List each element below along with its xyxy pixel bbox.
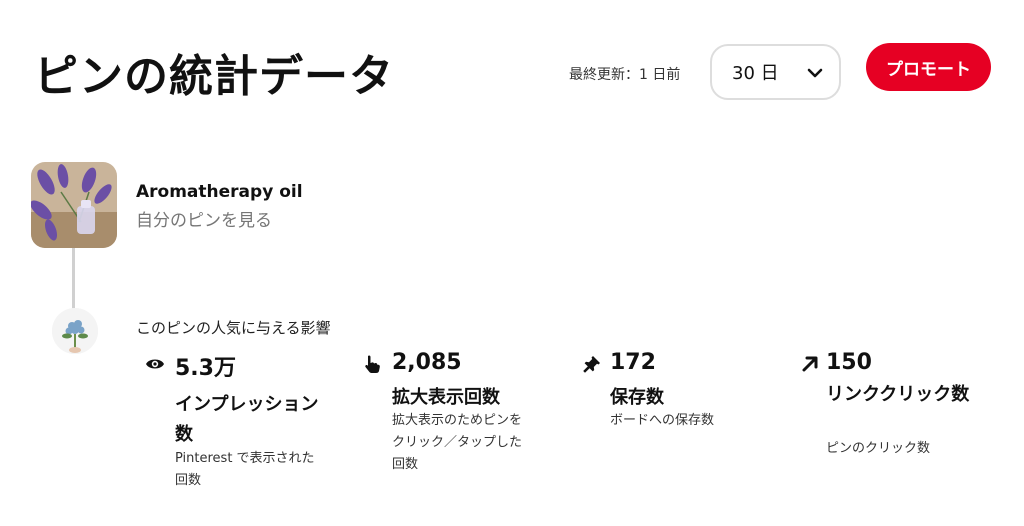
view-pin-link[interactable]: 自分のピンを見る — [136, 206, 272, 231]
pin-title: Aromatherapy oil — [136, 182, 303, 202]
date-range-value: 30 日 — [732, 63, 779, 84]
pin-thumbnail[interactable] — [31, 162, 117, 248]
promote-button[interactable]: プロモート — [866, 43, 991, 91]
closeups-label: 拡大表示回数 — [392, 387, 500, 408]
timeline-connector — [72, 248, 75, 310]
arrow-up-right-icon — [802, 356, 818, 372]
influence-label: このピンの人気に与える影響 — [136, 319, 331, 337]
saves-desc: ボードへの保存数 — [610, 413, 715, 428]
closeups-desc: 拡大表示のためピンをクリック／タップした回数 — [392, 413, 523, 472]
avatar — [52, 308, 98, 354]
lavender-image — [31, 162, 117, 248]
link-clicks-label: リンククリック数 — [826, 384, 970, 405]
link-clicks-value: 150 — [826, 350, 872, 375]
last-updated-text: 最終更新：1 日前 — [569, 67, 681, 83]
impressions-desc: Pinterest で表示された回数 — [175, 451, 315, 488]
impressions-value: 5.3万 — [175, 356, 236, 381]
date-range-select[interactable]: 30 日 — [710, 44, 841, 100]
saves-label: 保存数 — [610, 387, 664, 408]
saves-value: 172 — [610, 350, 656, 375]
hand-pointer-icon — [365, 355, 380, 373]
link-clicks-desc: ピンのクリック数 — [826, 441, 931, 456]
page-title: ピンの統計データ — [34, 51, 394, 102]
closeups-value: 2,085 — [392, 350, 462, 375]
pushpin-icon — [583, 356, 600, 373]
eye-icon — [146, 359, 164, 369]
impressions-label: インプレッション数 — [175, 394, 319, 445]
chevron-down-icon — [807, 68, 823, 78]
hydrangea-image — [52, 308, 98, 354]
